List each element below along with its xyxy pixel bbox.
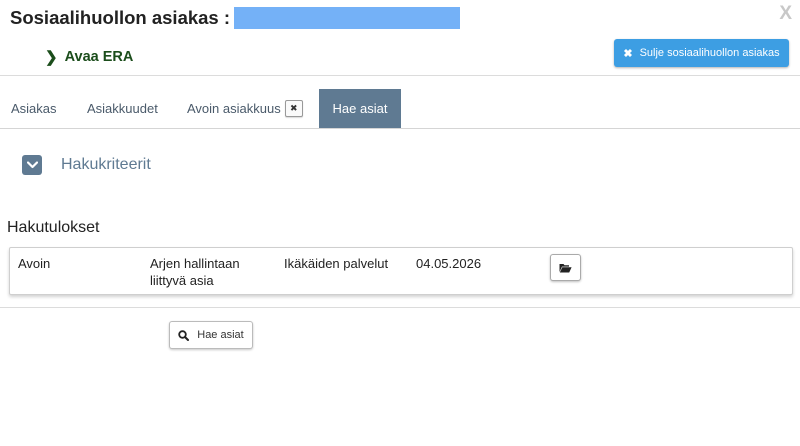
close-client-button[interactable]: ✖ Sulje sosiaalihuollon asiakas	[614, 39, 789, 67]
tab-label: Hae asiat	[332, 101, 388, 116]
search-criteria-label: Hakukriteerit	[61, 156, 151, 173]
redacted-client-name	[234, 7, 461, 29]
search-criteria-toggle[interactable]: Hakukriteerit	[22, 155, 151, 175]
tab-label: Asiakas	[11, 101, 57, 116]
chevron-right-icon: ❯	[45, 49, 58, 66]
open-case-button[interactable]	[550, 254, 581, 281]
tab-label: Asiakkuudet	[87, 101, 158, 116]
dialog-header: Sosiaalihuollon asiakas : X ❯ Avaa ERA ✖…	[0, 0, 800, 76]
close-dialog-button[interactable]: X	[779, 3, 792, 25]
search-cases-label: Hae asiat	[197, 329, 244, 341]
search-icon	[178, 329, 190, 341]
results-heading: Hakutulokset	[7, 219, 100, 236]
cell-subject: Arjen hallintaan liittyvä asia	[150, 256, 240, 288]
open-era-link[interactable]: ❯ Avaa ERA	[45, 48, 133, 66]
cell-status: Avoin	[18, 256, 51, 271]
divider	[0, 307, 800, 308]
tab-avoin-asiakkuus[interactable]: Avoin asiakkuus ✖	[187, 89, 303, 128]
tab-asiakkuudet[interactable]: Asiakkuudet	[87, 89, 158, 128]
open-era-label: Avaa ERA	[64, 49, 134, 65]
tab-label: Avoin asiakkuus	[187, 101, 281, 116]
title-row: Sosiaalihuollon asiakas :	[10, 7, 461, 29]
close-client-label: Sulje sosiaalihuollon asiakas	[639, 47, 780, 59]
tab-asiakas[interactable]: Asiakas	[11, 89, 57, 128]
page-title: Sosiaalihuollon asiakas :	[10, 7, 231, 28]
search-cases-button[interactable]: Hae asiat	[169, 321, 253, 349]
folder-open-icon	[559, 263, 572, 272]
close-icon: ✖	[623, 47, 633, 60]
tab-bar: Asiakas Asiakkuudet Avoin asiakkuus ✖ Ha…	[0, 89, 800, 129]
tab-hae-asiat[interactable]: Hae asiat	[319, 89, 401, 128]
cell-service: Ikäkäiden palvelut	[284, 256, 389, 271]
results-table: Avoin Arjen hallintaan liittyvä asia Ikä…	[9, 247, 793, 295]
chevron-down-icon[interactable]	[22, 155, 42, 175]
cell-date: 04.05.2026	[416, 256, 482, 271]
tab-close-icon[interactable]: ✖	[284, 100, 303, 117]
